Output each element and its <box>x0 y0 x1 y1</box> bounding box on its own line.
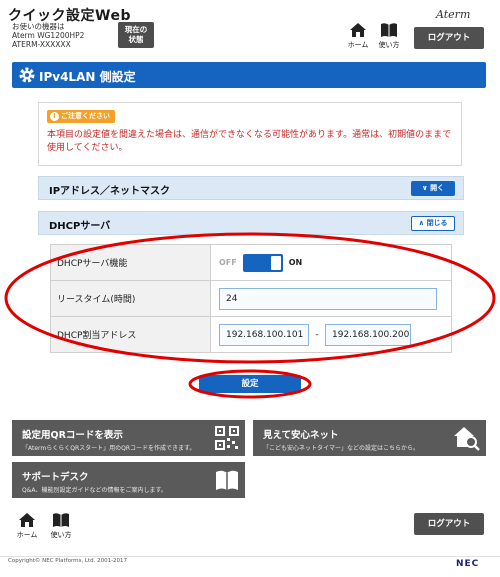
house-search-icon <box>454 427 480 451</box>
book-icon <box>216 470 238 490</box>
tile-desc: 「こども安心ネットタイマー」などの設定はこちらから。 <box>263 445 420 452</box>
book-icon <box>381 23 397 37</box>
expand-button[interactable]: ∨ 開く <box>411 181 455 196</box>
lease-time-input[interactable]: 24 <box>219 287 437 310</box>
device-info: お使いの機器は Aterm WG1200HP2 ATERM-XXXXXX <box>12 22 84 49</box>
chevron-up-icon: ∧ <box>418 219 425 227</box>
copyright: Copyright© NEC Platforms, Ltd. 2001-2017 <box>8 558 128 564</box>
caution-tag-label: ご注意ください <box>61 112 110 120</box>
tile-title: サポートデスク <box>22 472 89 483</box>
tile-desc: 「AtermらくらくQRスタート」用のQRコードを作成できます。 <box>22 445 196 452</box>
accordion-dhcp-server[interactable]: DHCPサーバ ∧ 閉じる <box>38 211 464 235</box>
caution-text: 本項目の設定値を間違えた場合は、通信ができなくなる可能性があります。通常は、初期… <box>47 130 452 153</box>
section-title-bar: IPv4LAN 側設定 <box>12 62 486 88</box>
qr-code-tile[interactable]: 設定用QRコードを表示 「AtermらくらくQRスタート」用のQRコードを作成で… <box>12 420 245 456</box>
safe-net-tile[interactable]: 見えて安心ネット 「こども安心ネットタイマー」などの設定はこちらから。 <box>253 420 486 456</box>
footer-help-label: 使い方 <box>50 531 72 539</box>
qr-code-icon <box>215 426 239 450</box>
toggle-on-label: ON <box>288 258 303 267</box>
caution-box: ! ご注意ください 本項目の設定値を間違えた場合は、通信ができなくなる可能性があ… <box>38 102 462 166</box>
table-row: リースタイム(時間) 24 <box>50 280 452 317</box>
support-desk-tile[interactable]: サポートデスク Q&A、機能別設定ガイドなどの情報をご案内します。 <box>12 462 245 498</box>
accordion-title: IPアドレス／ネットマスク <box>49 186 171 197</box>
table-row: DHCP割当アドレス 192.168.100.101 - 192.168.100… <box>50 316 452 353</box>
dhcp-function-label: DHCPサーバ機能 <box>50 244 211 281</box>
toggle-knob <box>270 255 281 270</box>
header: クイック設定Web お使いの機器は Aterm WG1200HP2 ATERM-… <box>0 0 500 52</box>
device-serial: ATERM-XXXXXX <box>12 40 71 49</box>
footer-home-label: ホーム <box>16 531 38 539</box>
tile-title: 設定用QRコードを表示 <box>22 430 123 441</box>
book-icon <box>53 513 69 527</box>
table-row: DHCPサーバ機能 OFF ON <box>50 244 452 281</box>
status-button-label: 現在の 状態 <box>124 25 148 44</box>
chevron-down-icon: ∨ <box>421 184 428 192</box>
page-title: IPv4LAN 側設定 <box>39 70 136 84</box>
footer-help-button[interactable]: 使い方 <box>48 512 74 542</box>
gear-icon <box>19 67 35 83</box>
home-icon <box>19 513 35 527</box>
accordion-ip-netmask[interactable]: IPアドレス／ネットマスク ∨ 開く <box>38 176 464 200</box>
range-start-input[interactable]: 192.168.100.101 <box>219 323 309 346</box>
nec-logo: NEC <box>456 559 480 569</box>
device-model: Aterm WG1200HP2 <box>12 31 85 40</box>
home-icon <box>350 23 366 37</box>
tile-desc: Q&A、機能別設定ガイドなどの情報をご案内します。 <box>22 487 167 494</box>
footer-logout-button[interactable]: ログアウト <box>414 513 484 535</box>
footer-divider <box>0 556 500 557</box>
collapse-button-label: 閉じる <box>426 219 448 227</box>
range-end-input[interactable]: 192.168.100.200 <box>325 323 411 346</box>
warning-icon: ! <box>50 112 59 121</box>
dhcp-function-cell: OFF ON <box>210 244 452 281</box>
submit-button[interactable]: 設定 <box>199 375 301 393</box>
toggle-off-label: OFF <box>219 258 237 267</box>
caution-tag: ! ご注意ください <box>47 110 115 123</box>
home-label: ホーム <box>347 41 369 49</box>
brand-logo: Aterm <box>436 8 471 21</box>
help-button[interactable]: 使い方 <box>376 22 402 52</box>
dhcp-range-label: DHCP割当アドレス <box>50 316 211 353</box>
current-status-button[interactable]: 現在の 状態 <box>118 22 154 48</box>
logout-button[interactable]: ログアウト <box>414 27 484 49</box>
device-caption: お使いの機器は <box>12 22 65 31</box>
accordion-title: DHCPサーバ <box>49 221 111 232</box>
tile-title: 見えて安心ネット <box>263 430 339 441</box>
dhcp-settings-table: DHCPサーバ機能 OFF ON リースタイム(時間) 24 DHCP割当アドレ… <box>50 244 452 353</box>
expand-button-label: 開く <box>430 184 445 192</box>
lease-time-label: リースタイム(時間) <box>50 280 211 317</box>
help-label: 使い方 <box>378 41 400 49</box>
footer-home-button[interactable]: ホーム <box>14 512 40 542</box>
collapse-button[interactable]: ∧ 閉じる <box>411 216 455 231</box>
range-separator: - <box>315 329 319 340</box>
home-button[interactable]: ホーム <box>345 22 371 52</box>
dhcp-function-toggle[interactable] <box>242 253 283 272</box>
